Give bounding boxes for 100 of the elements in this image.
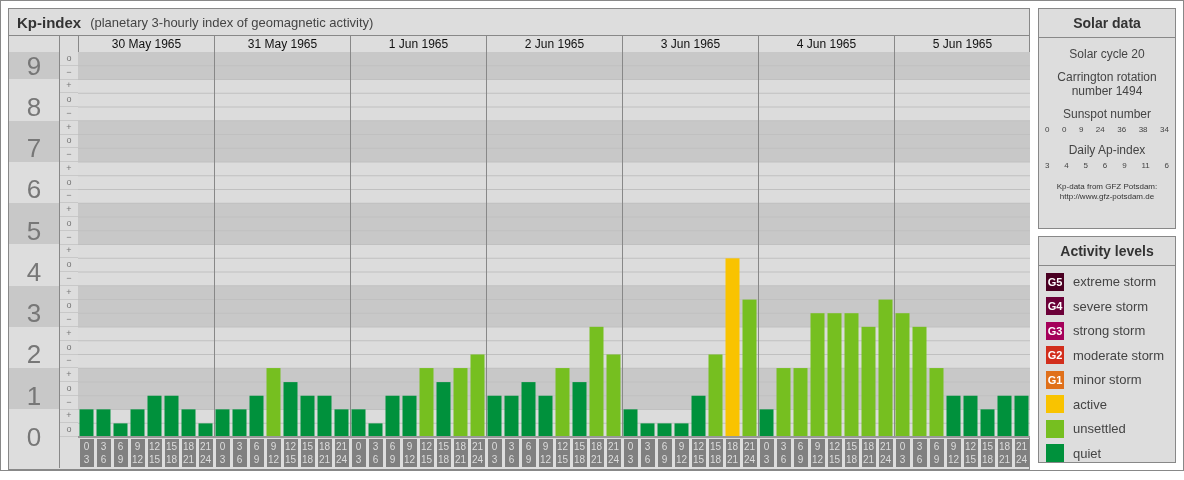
sublevel-label: o [66,95,72,105]
time-bin-label: 21 24 [878,439,893,467]
time-bin-label: 21 24 [606,439,621,467]
ap-value: 11 [1141,161,1150,170]
sublevel-label: o [66,342,72,352]
time-bin-label: 12 15 [827,439,842,467]
time-bin-label: 15 18 [572,439,587,467]
carrington-text: Carrington rotation number 1494 [1056,70,1158,98]
time-bin-label: 15 18 [436,439,451,467]
panel-title: Activity levels [1039,236,1175,266]
sublevel-label: − [66,356,72,366]
sunspot-value: 0 [1061,125,1067,134]
time-bin-label: 15 18 [844,439,859,467]
sublevel-label: + [66,81,72,91]
y-axis-label: 4 [26,256,42,287]
time-bin-label: 9 12 [946,439,961,467]
sublevel-label: + [66,163,72,173]
sunspot-value: 36 [1117,125,1127,134]
sublevel-label: + [66,370,72,380]
y-axis-label: 0 [26,422,42,452]
legend-label: quiet [1073,445,1102,461]
time-bin-label: 3 6 [640,439,655,467]
sublevel-label: o [66,260,72,270]
legend-label: unsettled [1073,421,1126,436]
ap-value: 3 [1045,161,1050,170]
sublevel-label: o [66,177,72,187]
legend-label: severe storm [1073,298,1149,314]
sublevel-label: o [66,301,72,311]
time-bin-label: 3 6 [776,439,791,467]
time-bin-label: 21 24 [198,439,213,467]
sunspot-value: 24 [1095,125,1105,134]
legend-label: extreme storm [1073,274,1157,289]
sublevel-label: − [66,397,72,407]
time-bin-label: 0 3 [351,439,366,467]
time-bin-label: 21 24 [1014,439,1029,467]
y-axis-label: 3 [26,298,42,329]
ap-value: 5 [1083,161,1088,170]
sublevel-label: + [66,122,72,132]
time-bin-label: 12 15 [419,439,434,467]
time-bin-label: 6 9 [793,439,808,467]
source-link[interactable]: http://www.gfz-potsdam.de [1059,192,1155,201]
time-bin-label: 6 9 [249,439,264,467]
time-bin-label: 6 9 [385,439,400,467]
legend-swatch: G1 [1046,370,1064,389]
sublevel-label: + [66,205,72,215]
time-bin-label: 6 9 [657,439,672,467]
y-axis-label: 1 [26,380,42,411]
sublevel-label: + [66,246,72,256]
sublevel-label: − [66,150,72,160]
y-axis-label: 9 [26,50,42,81]
time-bin-label: 21 24 [334,439,349,467]
sublevel-label: + [66,411,72,421]
time-bin-label: 0 3 [759,439,774,467]
time-bin-label: 18 21 [997,439,1012,467]
time-bin-label: 6 9 [521,439,536,467]
time-bin-label: 12 15 [963,439,978,467]
time-bin-label: 0 3 [487,439,502,467]
ap-value: 6 [1164,161,1169,170]
ap-heading: Daily Ap-index [1067,143,1147,157]
time-bin-label: 9 12 [538,439,553,467]
legend-swatch: G4 [1046,297,1064,315]
time-bin-label: 12 15 [147,439,162,467]
time-bin-label: 9 12 [130,439,145,467]
legend-label: minor storm [1073,372,1142,387]
time-bin-label: 0 3 [79,439,94,467]
panel-title: Kp-index [17,13,82,31]
sunspot-value: 34 [1160,125,1169,134]
sublevel-label: o [66,136,72,146]
y-axis-label: 8 [26,91,42,122]
time-bin-label: 18 21 [453,439,468,467]
time-bin-label: 3 6 [912,439,927,467]
time-bin-label: 3 6 [232,439,247,467]
time-bin-label: 9 12 [674,439,689,467]
legend-swatch: G3 [1046,321,1064,340]
legend-swatch: G5 [1046,272,1064,291]
legend-swatch: G2 [1046,346,1064,364]
sublevel-label: + [66,287,72,297]
y-axis-label: 2 [26,339,42,370]
ap-value: 4 [1064,161,1069,170]
time-bin-label: 21 24 [742,439,757,467]
panel-title: Solar data [1039,9,1175,38]
time-bin-label: 15 18 [980,439,995,467]
ap-value: 9 [1122,161,1127,170]
time-bin-label: 18 21 [181,439,196,467]
time-bin-label: 15 18 [708,439,723,467]
y-axis-label: 6 [26,174,42,205]
time-bin-label: 12 15 [283,439,298,467]
time-bin-label: 21 24 [470,439,485,467]
time-bin-label: 3 6 [96,439,111,467]
time-bin-label: 6 9 [113,439,128,467]
solar-cycle-text: Solar cycle 20 [1068,47,1146,61]
time-bin-label: 15 18 [164,439,179,467]
ap-value: 6 [1102,161,1108,170]
time-bin-label: 0 3 [895,439,910,467]
time-bin-label: 18 21 [861,439,876,467]
sublevel-label: − [66,108,72,118]
legend-label: strong storm [1073,323,1146,338]
sunspot-value: 0 [1045,125,1050,134]
sunspot-value: 38 [1138,125,1148,134]
sublevel-label: + [66,328,72,338]
